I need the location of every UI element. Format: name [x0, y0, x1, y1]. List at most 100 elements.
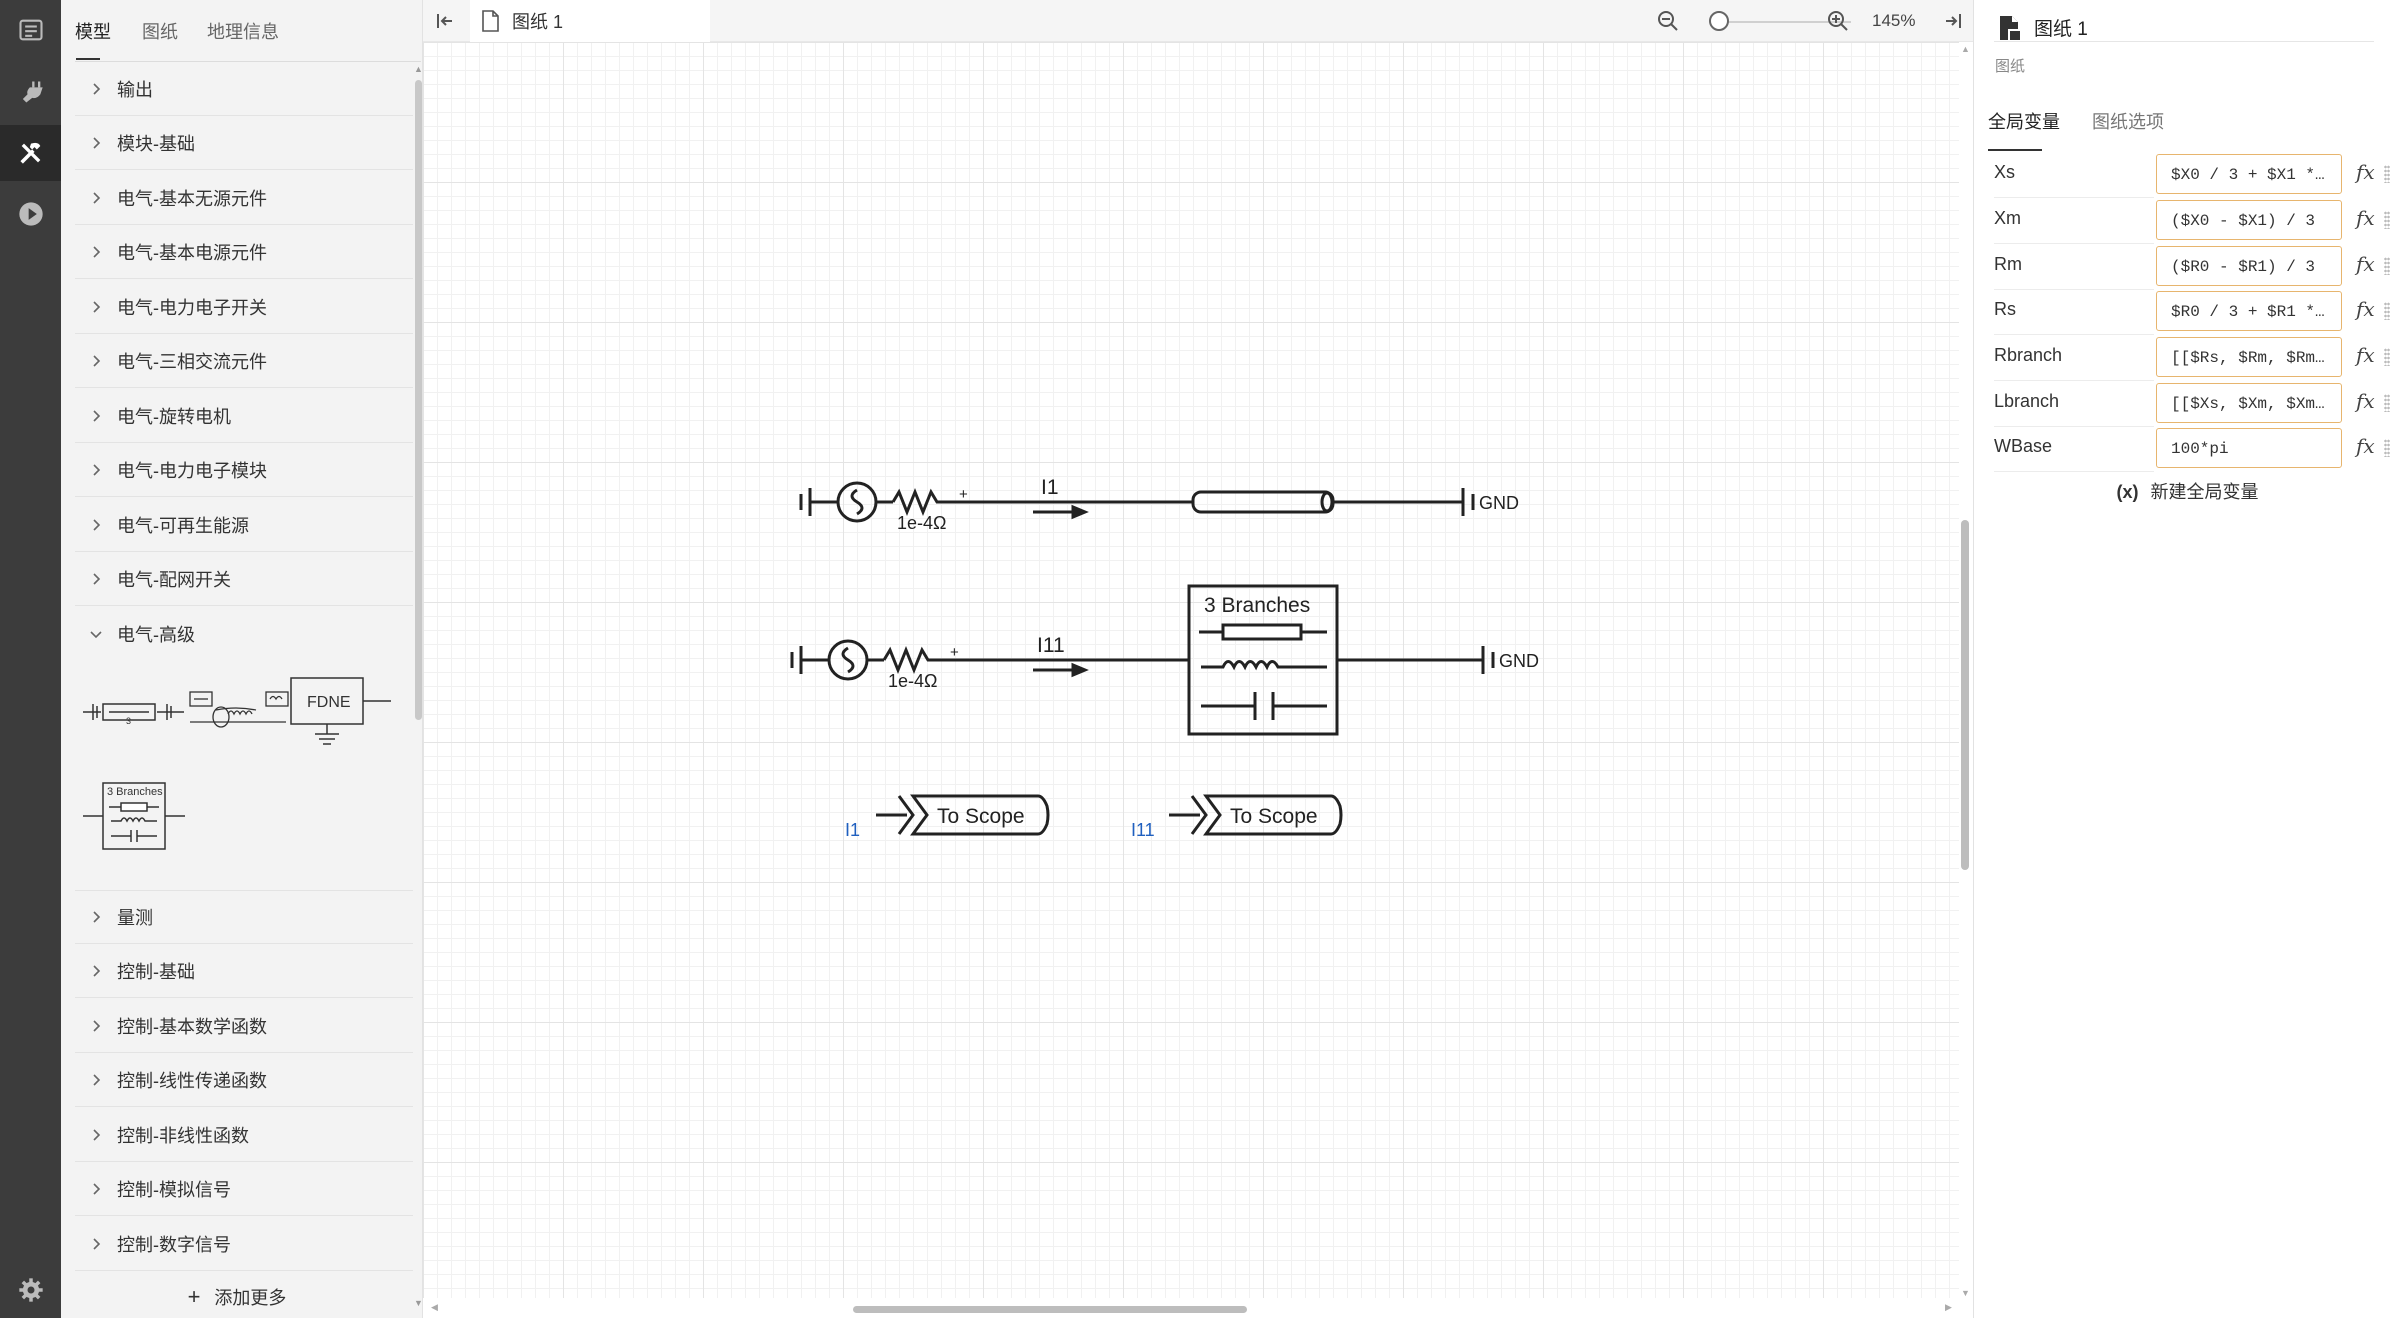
ground-1-left[interactable]: [799, 488, 827, 516]
properties-header: 图纸 1: [1998, 14, 2088, 41]
category-list: 输出 模块-基础 电气-基本无源元件 电气-基本电源元件 电气-电力电子开关 电…: [61, 62, 413, 1272]
category-control-nonlinear[interactable]: 控制-非线性函数: [75, 1108, 413, 1162]
tab-drawing-options[interactable]: 图纸选项: [2092, 108, 2164, 134]
function-fx-icon[interactable]: fx: [2356, 389, 2375, 413]
category-electric-source[interactable]: 电气-基本电源元件: [75, 225, 413, 279]
scope-2-input-label: I11: [1131, 820, 1155, 840]
gnd-label-1: GND: [1479, 493, 1519, 513]
drag-handle-icon[interactable]: [2384, 257, 2390, 275]
variable-name: Rs: [1994, 299, 2154, 335]
new-global-variable-button[interactable]: (x) 新建全局变量: [1974, 478, 2400, 504]
variable-value-input[interactable]: $X0 / 3 + $X1 *…: [2156, 154, 2342, 194]
to-scope-2[interactable]: I11 To Scope: [1131, 794, 1343, 840]
canvas-scroll-left-arrow[interactable]: ◀: [431, 1302, 438, 1313]
function-fx-icon[interactable]: fx: [2356, 252, 2375, 276]
canvas-scroll-up-arrow[interactable]: ▲: [1961, 44, 1970, 54]
variable-value-input[interactable]: [[$Rs, $Rm, $Rm…: [2156, 337, 2342, 377]
drag-handle-icon[interactable]: [2384, 394, 2390, 412]
ac-source-2[interactable]: [818, 639, 884, 681]
cable-component-1[interactable]: [1191, 490, 1335, 514]
variable-value-input[interactable]: $R0 / 3 + $R1 *…: [2156, 291, 2342, 331]
component-library-panel: 模型 图纸 地理信息 输出 模块-基础 电气-基本无源元件 电气-基本电源元件 …: [61, 0, 423, 1318]
scope-1-label: To Scope: [937, 805, 1025, 828]
category-measurement[interactable]: 量测: [75, 890, 413, 944]
function-fx-icon[interactable]: fx: [2356, 434, 2375, 458]
drag-handle-icon[interactable]: [2384, 439, 2390, 457]
plug-icon[interactable]: [0, 64, 61, 120]
drag-handle-icon[interactable]: [2384, 302, 2390, 320]
category-power-electronic-module[interactable]: 电气-电力电子模块: [75, 443, 413, 497]
function-fx-icon[interactable]: fx: [2356, 206, 2375, 230]
fdne-label: FDNE: [307, 694, 351, 711]
run-icon[interactable]: [0, 186, 61, 242]
variable-row-wbase: WBase 100*pi fx: [1986, 428, 2396, 472]
variable-name: Rbranch: [1994, 345, 2154, 381]
category-rotating-machine[interactable]: 电气-旋转电机: [75, 389, 413, 443]
category-electric-advanced[interactable]: 电气-高级: [75, 607, 413, 661]
tab-drawing[interactable]: 图纸: [142, 18, 178, 44]
scroll-down-arrow[interactable]: ▼: [414, 1298, 423, 1308]
category-control-analog[interactable]: 控制-模拟信号: [75, 1162, 413, 1216]
category-power-electronic-switch[interactable]: 电气-电力电子开关: [75, 280, 413, 334]
chevron-right-icon: [85, 910, 107, 924]
variable-name: Xm: [1994, 208, 2154, 244]
ac-source-1[interactable]: [827, 481, 893, 523]
ground-2-right[interactable]: [1481, 646, 1495, 674]
function-fx-icon[interactable]: fx: [2356, 297, 2375, 321]
category-module-basic[interactable]: 模块-基础: [75, 116, 413, 170]
fdne-thumb[interactable]: FDNE: [289, 672, 399, 752]
settings-gear-icon[interactable]: [0, 1262, 61, 1318]
transmission-line-thumb[interactable]: 3: [81, 682, 186, 742]
function-fx-icon[interactable]: fx: [2356, 343, 2375, 367]
tab-geo-info[interactable]: 地理信息: [207, 18, 279, 44]
tab-global-variables[interactable]: 全局变量: [1988, 108, 2060, 134]
activity-bar: [0, 0, 61, 1318]
canvas-vertical-scrollbar[interactable]: [1961, 520, 1969, 870]
resistor-2[interactable]: [882, 645, 939, 675]
variable-value-input[interactable]: 100*pi: [2156, 428, 2342, 468]
polarity-plus-1: +: [959, 486, 968, 503]
variable-value-input[interactable]: [[$Xs, $Xm, $Xm…: [2156, 383, 2342, 423]
three-branches-thumb[interactable]: 3 Branches: [81, 780, 191, 860]
category-control-math[interactable]: 控制-基本数学函数: [75, 999, 413, 1053]
add-more-button[interactable]: + 添加更多: [61, 1275, 413, 1318]
library-scrollbar[interactable]: [415, 80, 422, 720]
ground-1-right[interactable]: [1461, 488, 1475, 516]
category-renewable[interactable]: 电气-可再生能源: [75, 498, 413, 552]
category-output[interactable]: 输出: [75, 62, 413, 116]
chevron-right-icon: [85, 1182, 107, 1196]
library-tabs: 模型 图纸 地理信息: [61, 0, 423, 60]
canvas-scroll-right-arrow[interactable]: ▶: [1945, 1302, 1952, 1313]
function-fx-icon[interactable]: fx: [2356, 160, 2375, 184]
chevron-right-icon: [85, 1237, 107, 1251]
cable-thumb[interactable]: [186, 682, 291, 742]
variable-row-rbranch: Rbranch [[$Rs, $Rm, $Rm… fx: [1986, 337, 2396, 381]
tab-model[interactable]: 模型: [75, 18, 111, 44]
drag-handle-icon[interactable]: [2384, 348, 2390, 366]
category-control-linear-tf[interactable]: 控制-线性传递函数: [75, 1053, 413, 1107]
drag-handle-icon[interactable]: [2384, 165, 2390, 183]
three-branches-title: 3 Branches: [1204, 594, 1310, 617]
variable-value-input[interactable]: ($X0 - $X1) / 3: [2156, 200, 2342, 240]
variable-name: Xs: [1994, 162, 2154, 198]
resistor-1-value: 1e-4Ω: [897, 513, 946, 533]
canvas-horizontal-scrollbar[interactable]: [853, 1306, 1247, 1313]
variable-row-rm: Rm ($R0 - $R1) / 3 fx: [1986, 246, 2396, 290]
model-list-icon[interactable]: [0, 2, 61, 58]
category-electric-passive[interactable]: 电气-基本无源元件: [75, 171, 413, 225]
category-three-phase-ac[interactable]: 电气-三相交流元件: [75, 334, 413, 388]
resistor-1[interactable]: [891, 487, 948, 517]
category-control-basic[interactable]: 控制-基础: [75, 944, 413, 998]
variable-name: Rm: [1994, 254, 2154, 290]
ground-2-left[interactable]: [790, 646, 818, 674]
scroll-up-arrow[interactable]: ▲: [414, 64, 423, 74]
tools-icon[interactable]: [0, 125, 61, 181]
chevron-right-icon: [85, 82, 107, 96]
category-distribution-switch[interactable]: 电气-配网开关: [75, 552, 413, 606]
canvas-scroll-down-arrow[interactable]: ▼: [1961, 1288, 1970, 1298]
to-scope-1[interactable]: I1 To Scope: [845, 794, 1050, 840]
variable-value-input[interactable]: ($R0 - $R1) / 3: [2156, 246, 2342, 286]
chevron-down-icon: [85, 627, 107, 641]
drag-handle-icon[interactable]: [2384, 211, 2390, 229]
category-control-digital[interactable]: 控制-数字信号: [75, 1217, 413, 1271]
